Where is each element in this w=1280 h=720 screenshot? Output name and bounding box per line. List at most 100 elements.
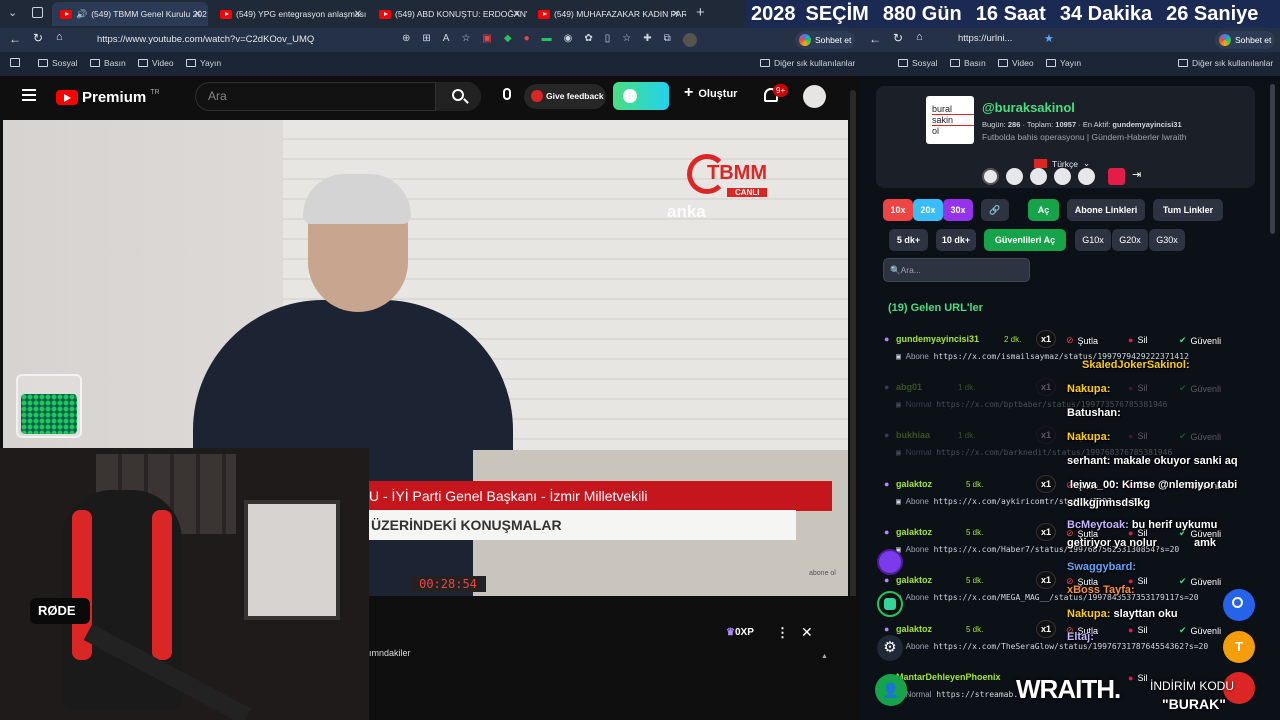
url-link[interactable]: ▣ Normal https://streamab... xyxy=(896,690,1028,699)
scrollbar[interactable] xyxy=(1270,84,1275,234)
extension-icon[interactable]: ◉ xyxy=(564,33,573,47)
url-user[interactable]: gundemyayincisi31 xyxy=(896,334,979,344)
logout-icon[interactable]: ⇥ xyxy=(1132,168,1141,185)
web-icon[interactable] xyxy=(982,168,999,185)
close-tab-icon[interactable]: ✕ xyxy=(354,9,362,20)
reader-icon[interactable]: A xyxy=(443,33,450,47)
translate-icon[interactable]: ⊕ xyxy=(402,33,410,47)
extension-icon[interactable]: ▣ xyxy=(482,33,491,47)
home-icon[interactable]: ⌂ xyxy=(916,31,923,43)
tab-2[interactable]: (549) YPG entegrasyon anlaşması ✕ xyxy=(212,2,368,26)
button-30x[interactable]: 30x xyxy=(943,199,973,221)
apps-icon[interactable]: ⊞ xyxy=(422,33,430,47)
voice-search-icon[interactable] xyxy=(503,88,511,100)
bookmark-folder-sosyal[interactable]: Sosyal xyxy=(38,58,78,68)
copilot-chat-button[interactable]: Sohbet et xyxy=(795,31,855,49)
back-icon[interactable]: ← xyxy=(869,32,881,46)
reload-icon[interactable]: ↻ xyxy=(33,31,43,45)
safe-button[interactable]: ✔ Güvenli xyxy=(1179,383,1221,394)
safe-button[interactable]: ✔ Güvenli xyxy=(1179,576,1221,587)
url-field[interactable]: https://urlni... xyxy=(936,33,1012,44)
home-icon[interactable]: ⌂ xyxy=(56,31,63,43)
button-g30x[interactable]: G30x xyxy=(1149,229,1185,251)
button-10x[interactable]: 10x xyxy=(883,199,913,221)
user-fab-icon[interactable]: T xyxy=(1223,631,1255,663)
delete-button[interactable]: ● Sil xyxy=(1128,673,1147,683)
bookmark-folder-basin[interactable]: Basın xyxy=(950,58,986,68)
sidebar-icon[interactable] xyxy=(10,58,20,67)
give-feedback-button[interactable]: Give feedback xyxy=(524,84,606,109)
close-tab-icon[interactable]: ✕ xyxy=(672,9,680,20)
url-user[interactable]: abg01 xyxy=(896,382,922,392)
workspaces-icon[interactable] xyxy=(32,7,43,18)
url-user[interactable]: galaktoz xyxy=(896,527,932,537)
close-icon[interactable]: ✕ xyxy=(801,624,813,641)
url-user[interactable]: bukhiaa xyxy=(896,430,930,440)
safe-button[interactable]: ✔ Güvenli xyxy=(1179,625,1221,636)
url-link[interactable]: ▣ Normal https://x.com/bptbaber/status/1… xyxy=(896,400,1167,409)
bookmark-folder-basin[interactable]: Basın xyxy=(90,58,126,68)
open-button[interactable]: Aç xyxy=(1028,199,1059,221)
tab-1[interactable]: 🔊 (549) TBMM Genel Kurulu 202 ✕ xyxy=(52,2,208,26)
button-g20x[interactable]: G20x xyxy=(1112,229,1148,251)
url-user[interactable]: galaktoz xyxy=(896,479,932,489)
create-button[interactable]: + Oluştur xyxy=(684,84,737,102)
safe-button[interactable]: ✔ Güvenli xyxy=(1179,431,1221,442)
bookmark-folder-sosyal[interactable]: Sosyal xyxy=(898,58,938,68)
search-fab-icon[interactable] xyxy=(1223,589,1255,621)
button-20x[interactable]: 20x xyxy=(913,199,943,221)
favorite-star-icon[interactable]: ★ xyxy=(1044,32,1054,45)
instagram-icon[interactable] xyxy=(1030,168,1047,185)
favorite-star-icon[interactable]: ☆ xyxy=(461,33,470,47)
close-tab-icon[interactable]: ✕ xyxy=(513,9,521,20)
youtube-logo[interactable]: Premium TR xyxy=(56,89,160,106)
settings-icon[interactable]: ⚙ xyxy=(877,635,903,661)
collections-icon[interactable]: ⧉ xyxy=(664,33,671,47)
extensions-icon[interactable]: ✚ xyxy=(643,33,651,47)
bookmark-folder-yayin[interactable]: Yayın xyxy=(186,58,221,68)
url-user[interactable]: galaktoz xyxy=(896,575,932,585)
twitter-icon[interactable] xyxy=(1006,168,1023,185)
kick-icon[interactable] xyxy=(1078,168,1095,185)
extension-icon[interactable]: ● xyxy=(524,33,530,47)
copilot-chat-button[interactable]: Sohbet et xyxy=(1215,31,1275,49)
bookmark-folder-video[interactable]: Video xyxy=(998,58,1034,68)
new-tab-button[interactable]: + xyxy=(696,4,705,21)
extension-icon[interactable]: ▬ xyxy=(542,33,552,47)
menu-icon[interactable] xyxy=(22,89,36,101)
avatar[interactable] xyxy=(682,33,697,47)
other-favorites[interactable]: Diğer sık kullanılanlar xyxy=(760,58,855,68)
back-icon[interactable]: ← xyxy=(9,32,21,46)
delete-button[interactable]: ● Sil xyxy=(1128,625,1147,635)
tab-4[interactable]: (549) MUHAFAZAKAR KADIN PART ✕ xyxy=(530,2,686,26)
bookmark-folder-yayin[interactable]: Yayın xyxy=(1046,58,1081,68)
button-10dk[interactable]: 10 dk+ xyxy=(936,229,976,251)
kick-button[interactable]: ⊘ Şutla xyxy=(1066,335,1098,346)
youtube-icon[interactable] xyxy=(1054,168,1071,185)
url-field[interactable]: https://www.youtube.com/watch?v=C2dKOov_… xyxy=(78,31,450,49)
channel-handle[interactable]: @buraksakinol xyxy=(982,100,1075,115)
record-icon[interactable] xyxy=(1108,168,1125,185)
split-screen-icon[interactable]: ▯ xyxy=(605,33,611,47)
search-button[interactable] xyxy=(435,82,481,111)
link-icon-button[interactable]: 🔗 xyxy=(981,199,1009,221)
subscriber-links-button[interactable]: Abone Linkleri xyxy=(1067,199,1145,221)
open-safe-button[interactable]: Güvenlileri Aç xyxy=(984,229,1066,251)
avatar[interactable] xyxy=(803,85,826,108)
button-g10x[interactable]: G10x xyxy=(1075,229,1111,251)
all-links-button[interactable]: Tum Linkler xyxy=(1153,199,1223,221)
add-user-icon[interactable]: 👤 xyxy=(875,674,907,706)
close-tab-icon[interactable]: ✕ xyxy=(194,9,202,20)
reload-icon[interactable]: ↻ xyxy=(893,31,903,45)
url-link[interactable]: ▣ Abone https://x.com/MEGA_MAG__/status/… xyxy=(896,593,1199,602)
tab-list-chevron-icon[interactable]: ⌄ xyxy=(8,6,17,19)
more-options-icon[interactable]: ⋮ xyxy=(776,625,789,641)
delete-button[interactable]: ● Sil xyxy=(1128,383,1147,393)
url-user[interactable]: MantarDehleyenPhoenix xyxy=(896,672,1001,682)
collapse-icon[interactable]: ▲ xyxy=(821,653,828,660)
bookmark-folder-video[interactable]: Video xyxy=(138,58,174,68)
button-5dk[interactable]: 5 dk+ xyxy=(889,229,928,251)
favorites-icon[interactable]: ☆ xyxy=(622,33,631,47)
extension-toggle[interactable] xyxy=(613,82,669,110)
url-user[interactable]: galaktoz xyxy=(896,624,932,634)
